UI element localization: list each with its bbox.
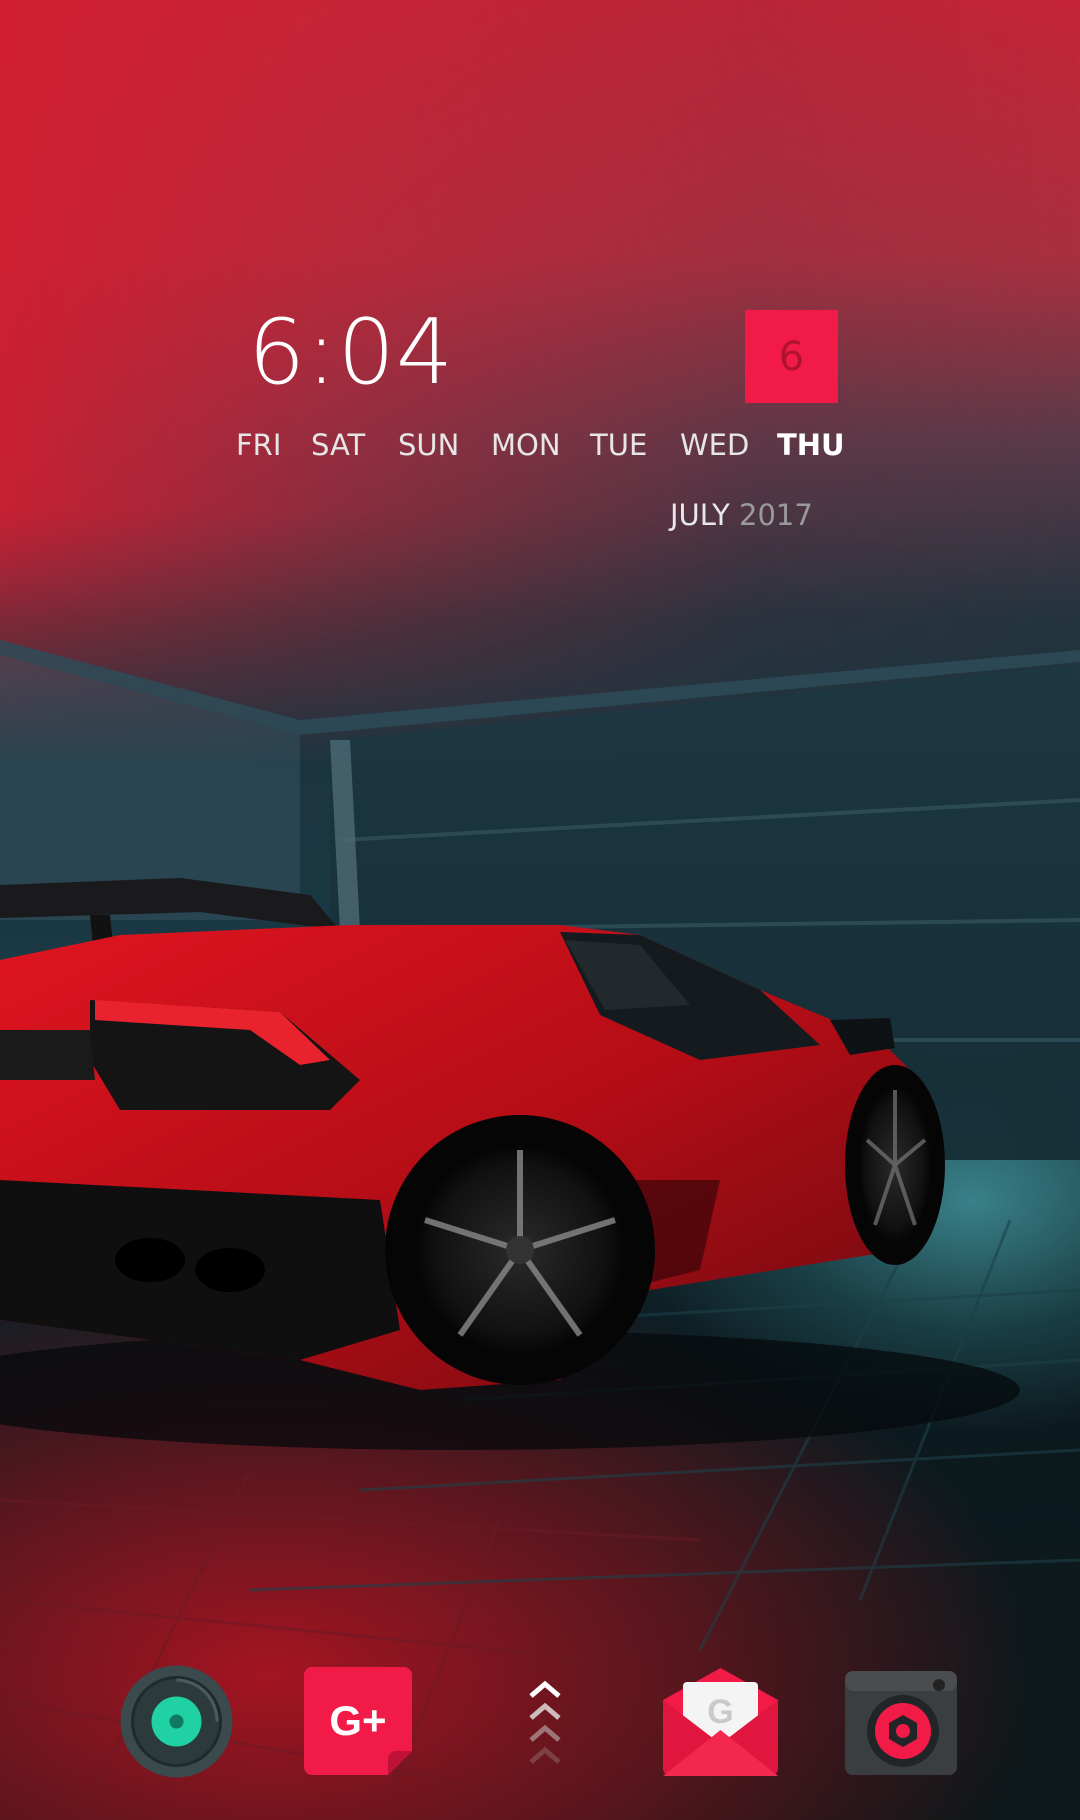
- month-year: JULY 2017: [670, 498, 813, 532]
- inbox-mail-icon[interactable]: G: [663, 1668, 778, 1776]
- wallpaper: [0, 0, 1080, 1820]
- weekday-mon: MON: [491, 428, 561, 462]
- weekday-sun: SUN: [398, 428, 460, 462]
- google-plus-icon[interactable]: G+: [304, 1667, 412, 1775]
- garage-car-illustration: [0, 640, 1080, 1820]
- weekday-thu-active: THU: [777, 428, 845, 462]
- home-screen: 6:04 6 FRI SAT SUN MON TUE WED THU JULY …: [0, 0, 1080, 1820]
- inbox-g-label: G: [707, 1693, 733, 1731]
- weekday-fri: FRI: [236, 428, 282, 462]
- app-drawer-icon[interactable]: [527, 1676, 563, 1772]
- weekday-wed: WED: [680, 428, 750, 462]
- date-badge[interactable]: 6: [745, 310, 838, 403]
- month-label: JULY: [670, 498, 730, 532]
- google-plus-label: G+: [329, 1697, 386, 1744]
- weekday-sat: SAT: [311, 428, 366, 462]
- weekday-strip: FRI SAT SUN MON TUE WED THU: [236, 428, 845, 462]
- weekday-tue: TUE: [590, 428, 648, 462]
- clock-time[interactable]: 6:04: [248, 300, 454, 405]
- camera-toggle-icon[interactable]: [119, 1664, 234, 1779]
- camera-icon[interactable]: [845, 1671, 957, 1775]
- year-label: 2017: [739, 498, 813, 532]
